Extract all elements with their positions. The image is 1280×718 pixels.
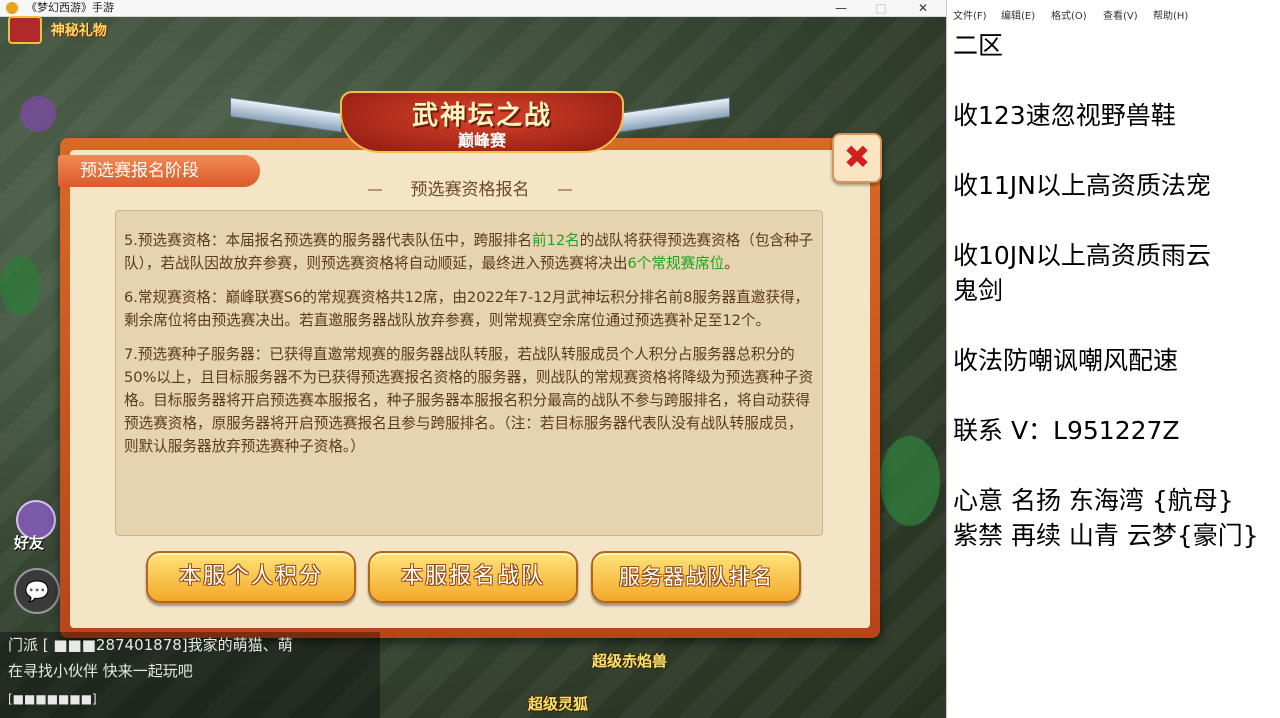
highlight-regular-seats: 6个常规赛席位 [627,255,725,272]
scene-character [20,96,56,132]
notepad-menubar: 文件(F) 编辑(E) 格式(O) 查看(V) 帮助(H) [947,8,1280,26]
friend-label: 好友 [14,534,45,552]
gift-icon [8,16,42,44]
rule-5: 5.预选赛资格：本届报名预选赛的服务器代表队伍中，跨服排名前12名的战队将获得预… [124,232,814,272]
menu-format[interactable]: 格式(O) [1051,8,1087,26]
maximize-button[interactable]: □ [866,0,896,16]
game-titlebar: 《梦幻西游》手游 — □ ✕ [0,0,946,17]
notepad-text-area[interactable]: 二区 收123速忽视野兽鞋 收11JN以上高资质法宠 收10JN以上高资质雨云 … [953,28,1279,553]
text-line: 收10JN以上高资质雨云 [953,241,1211,270]
mystery-gift-label: 神秘礼物 [50,23,107,39]
pet-label[interactable]: 超级赤焰兽 [592,650,667,671]
registered-teams-button[interactable]: 本服报名战队 [368,551,578,603]
text-line: 联系 V：L951227Z [953,416,1180,445]
stage-tab: 预选赛报名阶段 [58,155,260,187]
mystery-gift-button[interactable]: 神秘礼物 [8,16,107,44]
chat-line: 在寻找小伙伴 快来一起玩吧 [8,662,193,680]
chat-bubble-icon: 💬 [24,579,50,603]
text-line: 心意 名扬 东海湾 {航母} [953,486,1234,515]
game-window: 《梦幻西游》手游 — □ ✕ 神秘礼物 好友 💬 武神坛之战 巅峰赛 预选赛报名… [0,0,946,718]
personal-score-button[interactable]: 本服个人积分 [146,551,356,603]
text-line: 紫禁 再续 山青 云梦{豪门} [953,521,1259,550]
pet-label[interactable]: 超级灵狐 [528,693,588,714]
app-icon [6,2,18,14]
rule-7: 7.预选赛种子服务器：已获得直邀常规赛的服务器战队转服，若战队转服成员个人积分占… [124,346,814,455]
rules-panel: 5.预选赛资格：本届报名预选赛的服务器代表队伍中，跨服排名前12名的战队将获得预… [115,210,823,536]
chat-line: 门派 [ ■■■287401878]我家的萌猫、萌 [8,636,293,654]
menu-view[interactable]: 查看(V) [1103,8,1138,26]
chat-line: [■■■■■■■] [8,692,97,706]
text-line: 收123速忽视野兽鞋 [953,101,1176,130]
menu-file[interactable]: 文件(F) [953,8,987,26]
menu-help[interactable]: 帮助(H) [1153,8,1188,26]
text-line: 收11JN以上高资质法宠 [953,171,1211,200]
close-window-button[interactable]: ✕ [908,0,938,16]
text-line: 二区 [953,31,1004,60]
banner-subtitle: 巅峰赛 [457,131,506,150]
text-line: 鬼剑 [953,276,1004,305]
chat-button[interactable]: 💬 [14,568,60,614]
rule-6: 6.常规赛资格：巅峰联赛S6的常规赛资格共12席，由2022年7-12月武神坛积… [124,289,810,329]
scene-plant [880,436,940,526]
section-title: 预选赛资格报名 [360,176,580,204]
text-line: 收法防嘲讽嘲风配速 [953,346,1179,375]
friend-button[interactable]: 好友 [8,500,60,552]
banner-ribbon: 武神坛之战 巅峰赛 [340,91,624,153]
menu-edit[interactable]: 编辑(E) [1001,8,1035,26]
minimize-button[interactable]: — [826,0,856,16]
close-dialog-button[interactable]: ✖ [832,133,882,183]
dialog-banner: 武神坛之战 巅峰赛 [230,85,730,175]
scene-plant [0,256,40,316]
chat-panel[interactable]: 门派 [ ■■■287401878]我家的萌猫、萌 在寻找小伙伴 快来一起玩吧 … [0,632,380,718]
notepad-window: 文件(F) 编辑(E) 格式(O) 查看(V) 帮助(H) 二区 收123速忽视… [946,0,1280,718]
highlight-top12: 前12名 [531,232,580,249]
server-ranking-button[interactable]: 服务器战队排名 [591,551,801,603]
window-title: 《梦幻西游》手游 [26,1,114,14]
